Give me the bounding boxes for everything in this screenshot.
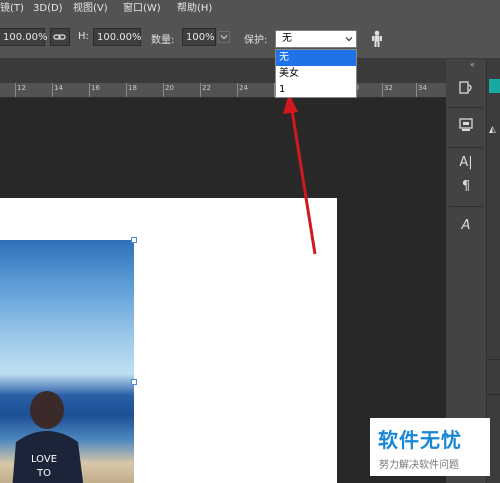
watermark-subtitle: 努力解决软件问题 [379,460,459,471]
watermark-badge: 软件无忧 努力解决软件问题 [370,418,490,476]
protect-option-none[interactable]: 无 [276,50,356,66]
protect-option-beauty[interactable]: 美女 [276,66,356,82]
protect-dropdown-list: 无 美女 1 [275,49,357,98]
watermark-title: 软件无忧 [378,428,462,452]
annotation-arrow [283,93,317,255]
protect-option-1[interactable]: 1 [276,82,356,98]
